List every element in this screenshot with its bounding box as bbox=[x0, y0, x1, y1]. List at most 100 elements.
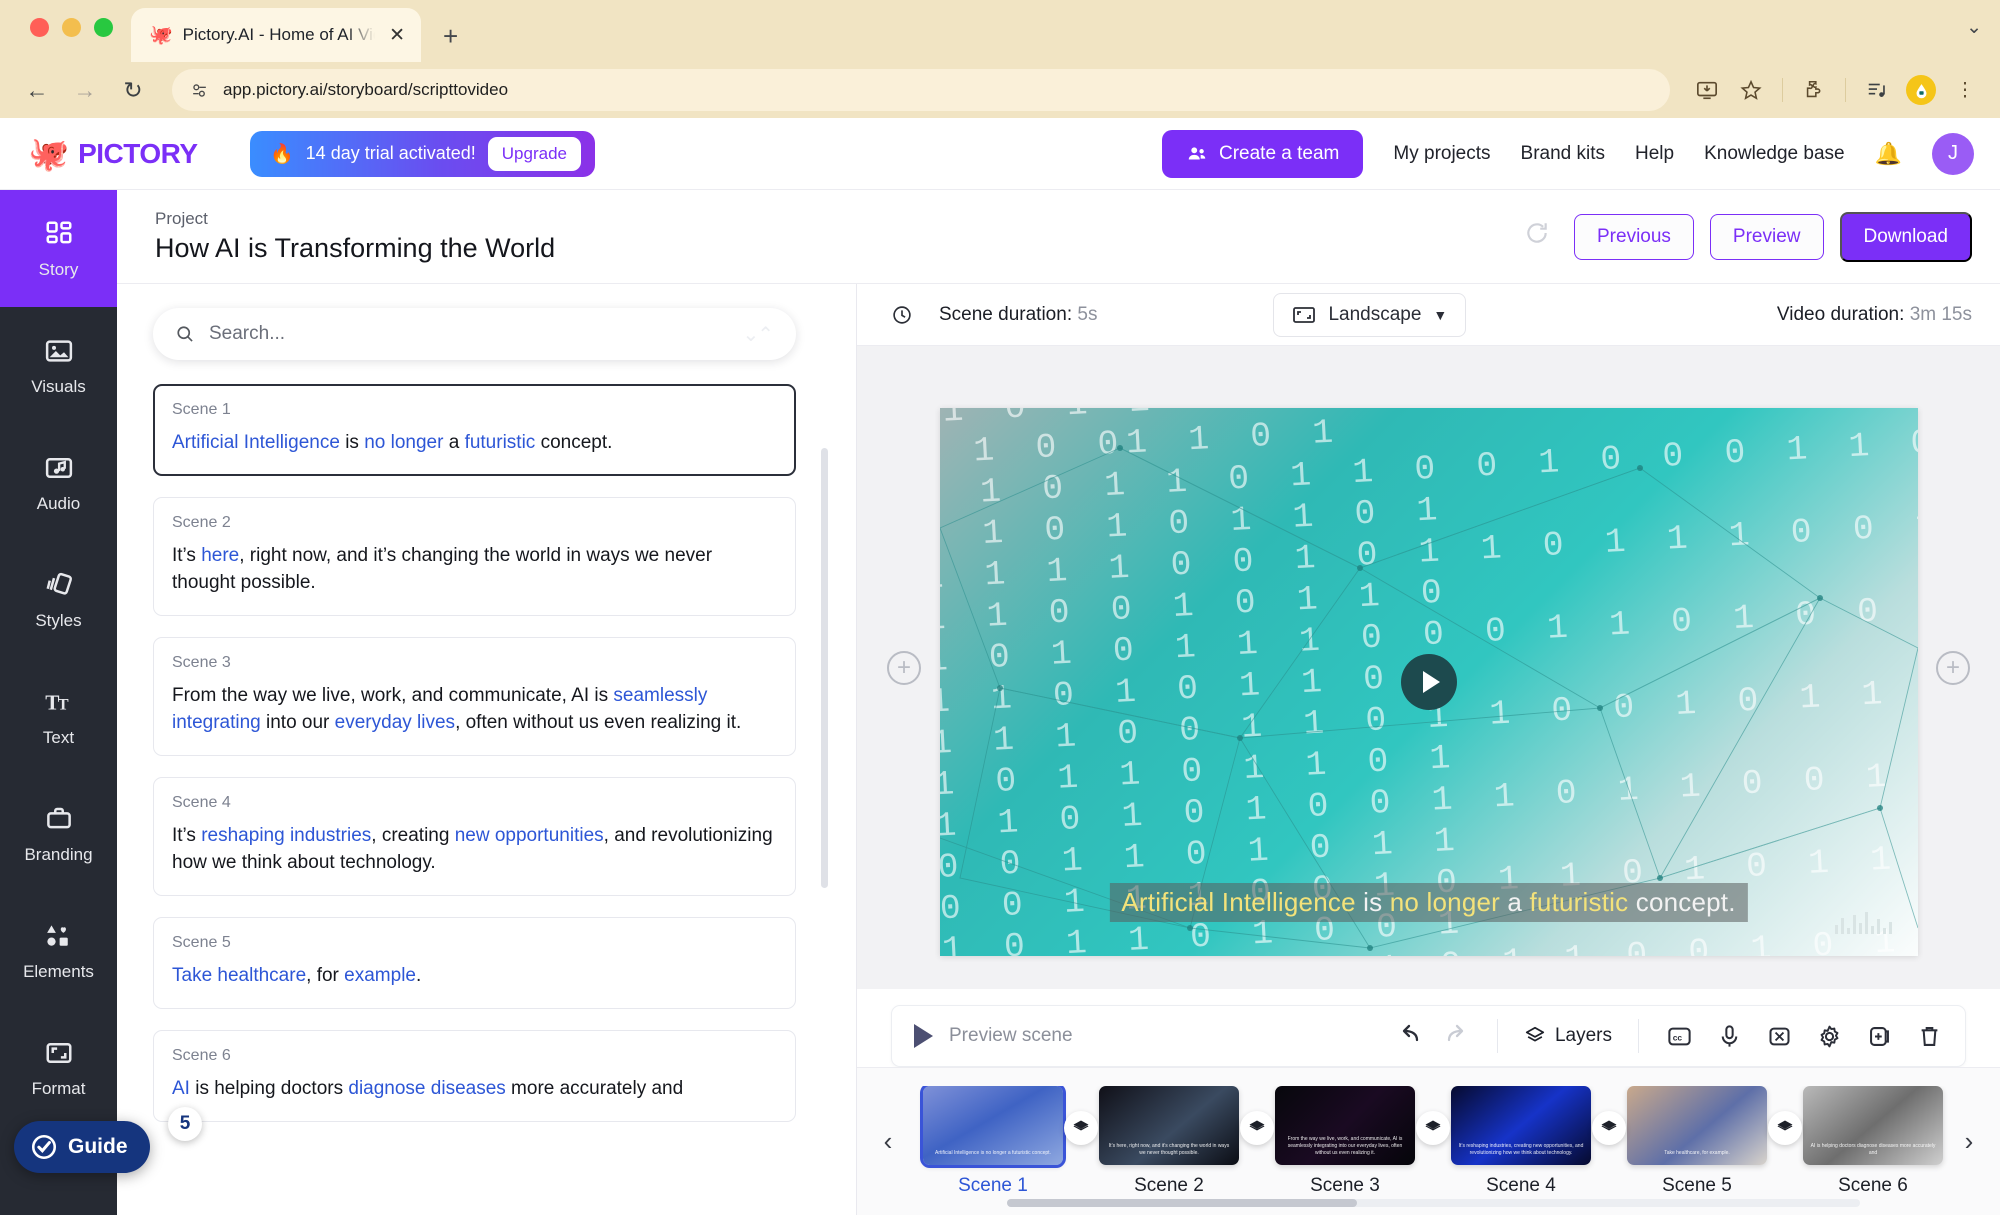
chevron-toggle-icon[interactable]: ⌄⌃ bbox=[742, 322, 773, 347]
avatar[interactable]: J bbox=[1932, 132, 1974, 175]
add-scene-before-button[interactable]: + bbox=[887, 650, 921, 685]
keyword-token[interactable]: no longer bbox=[364, 432, 443, 453]
extensions-puzzle-icon[interactable] bbox=[1795, 71, 1833, 109]
scene-transition-button[interactable] bbox=[1592, 1110, 1626, 1145]
scene-card[interactable]: Scene 2 It’s here, right now, and it’s ch… bbox=[153, 496, 796, 616]
timeline-scene-item[interactable]: It’s reshaping industries, creating new … bbox=[1433, 1086, 1609, 1197]
layers-button[interactable]: Layers bbox=[1524, 1025, 1612, 1047]
maximize-window-button[interactable] bbox=[94, 17, 113, 37]
back-icon[interactable]: ← bbox=[16, 69, 58, 111]
preview-scene-button[interactable]: Preview scene bbox=[914, 1024, 1073, 1048]
microphone-icon[interactable] bbox=[1715, 1022, 1743, 1050]
sidebar-item-branding[interactable]: Branding bbox=[0, 775, 117, 892]
timeline-scene-item[interactable]: From the way we live, work, and communic… bbox=[1257, 1086, 1433, 1197]
timeline-next-button[interactable]: › bbox=[1952, 1126, 1986, 1157]
keyword-token[interactable]: Artificial Intelligence bbox=[172, 432, 340, 453]
keyword-token[interactable]: reshaping industries bbox=[201, 825, 371, 846]
keyword-token[interactable]: here bbox=[201, 545, 239, 566]
trash-icon[interactable] bbox=[1915, 1022, 1943, 1050]
scene-thumbnail[interactable]: AI is helping doctors diagnose diseases … bbox=[1803, 1086, 1943, 1165]
guide-button[interactable]: Guide bbox=[14, 1121, 150, 1173]
create-team-button[interactable]: Create a team bbox=[1161, 129, 1364, 178]
timeline-scene-item[interactable]: It’s here, right now, and it’s changing … bbox=[1081, 1086, 1257, 1197]
download-button[interactable]: Download bbox=[1839, 211, 1972, 262]
scene-thumbnail[interactable]: Take healthcare, for example. bbox=[1627, 1086, 1767, 1165]
nav-knowledge-base[interactable]: Knowledge base bbox=[1704, 143, 1845, 165]
close-icon[interactable]: ✕ bbox=[385, 24, 409, 47]
nav-brand-kits[interactable]: Brand kits bbox=[1521, 143, 1605, 165]
previous-button[interactable]: Previous bbox=[1574, 213, 1694, 260]
timeline-scene-item[interactable]: AI is helping doctors diagnose diseases … bbox=[1785, 1086, 1952, 1197]
scene-thumbnail[interactable]: It’s reshaping industries, creating new … bbox=[1451, 1086, 1591, 1165]
browser-tab[interactable]: 🐙 Pictory.AI - Home of AI Video ✕ bbox=[131, 8, 421, 62]
timeline-scrollbar[interactable] bbox=[1007, 1199, 1860, 1207]
timeline-prev-button[interactable]: ‹ bbox=[871, 1126, 905, 1157]
scene-card[interactable]: Scene 5 Take healthcare, for example. bbox=[153, 916, 796, 1009]
scene-transition-button[interactable] bbox=[1768, 1110, 1802, 1145]
close-window-button[interactable] bbox=[30, 17, 49, 37]
gear-icon[interactable] bbox=[1815, 1022, 1843, 1050]
nav-my-projects[interactable]: My projects bbox=[1393, 143, 1490, 165]
keyword-token[interactable]: new opportunities bbox=[455, 825, 604, 846]
profile-avatar[interactable] bbox=[1902, 71, 1940, 109]
duplicate-icon[interactable] bbox=[1865, 1022, 1893, 1050]
scene-transition-button[interactable] bbox=[1240, 1110, 1274, 1145]
reload-icon[interactable]: ↻ bbox=[112, 69, 154, 111]
sidebar-item-text[interactable]: TT Text bbox=[0, 658, 117, 775]
address-bar[interactable]: app.pictory.ai/storyboard/scripttovideo bbox=[172, 69, 1670, 111]
scene-text[interactable]: AI is helping doctors diagnose diseases … bbox=[172, 1076, 777, 1103]
timeline-scene-item[interactable]: Take healthcare, for example. Scene 5 bbox=[1609, 1086, 1785, 1197]
scene-transition-button[interactable] bbox=[1416, 1110, 1450, 1145]
scene-transition-button[interactable] bbox=[1064, 1110, 1098, 1145]
keyword-token[interactable]: Take healthcare bbox=[172, 965, 306, 986]
forward-icon[interactable]: → bbox=[64, 69, 106, 111]
undo-icon[interactable] bbox=[1395, 1021, 1423, 1052]
upgrade-button[interactable]: Upgrade bbox=[487, 136, 581, 171]
nav-help[interactable]: Help bbox=[1635, 143, 1674, 165]
keyword-token[interactable]: diagnose diseases bbox=[348, 1078, 505, 1099]
browser-menu-icon[interactable]: ⋮ bbox=[1946, 71, 1984, 109]
scene-card[interactable]: Scene 6 AI is helping doctors diagnose di… bbox=[153, 1029, 796, 1122]
scene-card[interactable]: Scene 1 Artificial Intelligence is no lon… bbox=[153, 384, 796, 476]
window-traffic-lights[interactable] bbox=[22, 0, 131, 62]
scene-card[interactable]: Scene 4 It’s reshaping industries, creati… bbox=[153, 776, 796, 896]
chevron-down-icon[interactable]: ⌄ bbox=[1966, 16, 1982, 39]
keyword-token[interactable]: futuristic bbox=[465, 432, 536, 453]
notification-bell-icon[interactable]: 🔔 bbox=[1875, 141, 1902, 167]
video-preview[interactable]: 01 1 0 1 1 0 0 101 1 00 0 1 10 11 00 101… bbox=[939, 407, 1918, 956]
sidebar-item-visuals[interactable]: Visuals bbox=[0, 307, 117, 424]
sidebar-item-styles[interactable]: Styles bbox=[0, 541, 117, 658]
keyword-token[interactable]: example bbox=[344, 965, 416, 986]
scene-text[interactable]: Artificial Intelligence is no longer a f… bbox=[172, 430, 777, 457]
scene-list-scrollbar[interactable] bbox=[821, 448, 828, 888]
aspect-ratio-select[interactable]: Landscape ▼ bbox=[1273, 292, 1467, 337]
scene-thumbnail[interactable]: Artificial Intelligence is no longer a f… bbox=[920, 1086, 1066, 1168]
timeline-scene-item[interactable]: Artificial Intelligence is no longer a f… bbox=[905, 1086, 1081, 1197]
minimize-window-button[interactable] bbox=[62, 17, 81, 37]
scene-text[interactable]: Take healthcare, for example. bbox=[172, 963, 777, 990]
pictory-logo[interactable]: 🐙 PICTORY bbox=[28, 137, 228, 170]
scene-thumbnail[interactable]: From the way we live, work, and communic… bbox=[1275, 1086, 1415, 1165]
scene-card[interactable]: Scene 3 From the way we live, work, and c… bbox=[153, 636, 796, 756]
scene-text[interactable]: From the way we live, work, and communic… bbox=[172, 683, 777, 737]
site-settings-icon[interactable] bbox=[190, 81, 209, 100]
keyword-token[interactable]: AI bbox=[172, 1078, 190, 1099]
refresh-icon[interactable] bbox=[1524, 220, 1550, 253]
sidebar-item-audio[interactable]: Audio bbox=[0, 424, 117, 541]
new-tab-button[interactable]: + bbox=[421, 21, 478, 62]
scissors-icon[interactable] bbox=[1765, 1022, 1793, 1050]
sidebar-item-elements[interactable]: Elements bbox=[0, 892, 117, 1009]
media-playlist-icon[interactable] bbox=[1858, 71, 1896, 109]
closed-caption-icon[interactable]: cc bbox=[1665, 1022, 1693, 1050]
preview-button[interactable]: Preview bbox=[1709, 213, 1824, 260]
scene-thumbnail[interactable]: It’s here, right now, and it’s changing … bbox=[1099, 1086, 1239, 1165]
scene-text[interactable]: It’s reshaping industries, creating new … bbox=[172, 823, 777, 877]
search-input[interactable]: Search... ⌄⌃ bbox=[153, 308, 796, 360]
add-scene-after-button[interactable]: + bbox=[1936, 650, 1970, 685]
sidebar-item-format[interactable]: Format bbox=[0, 1009, 117, 1126]
sidebar-item-story[interactable]: Story bbox=[0, 190, 117, 307]
install-app-icon[interactable] bbox=[1688, 71, 1726, 109]
scene-list[interactable]: Scene 1 Artificial Intelligence is no lon… bbox=[117, 378, 856, 1215]
redo-icon[interactable] bbox=[1443, 1021, 1471, 1052]
keyword-token[interactable]: everyday lives bbox=[335, 712, 455, 733]
